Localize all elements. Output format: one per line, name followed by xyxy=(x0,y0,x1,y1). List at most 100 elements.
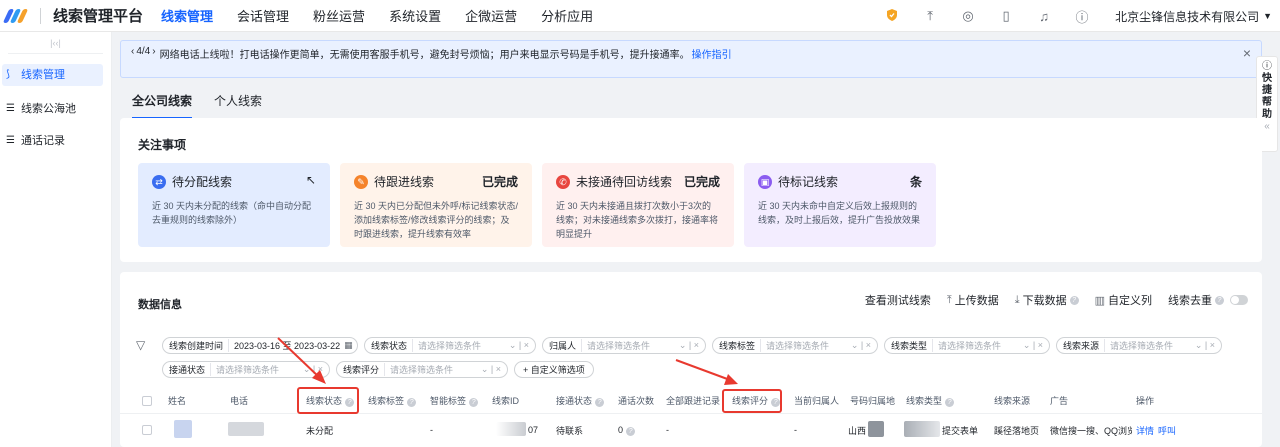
card-desc: 近 30 天内已分配但未外呼/标记线索状态/添加线索标签/修改线索评分的线索；及… xyxy=(354,201,519,239)
arrow-to-status-column xyxy=(277,337,326,384)
col-owner[interactable]: 当前归属人 xyxy=(794,394,839,407)
filter-label: 归属人 xyxy=(549,338,583,352)
select-all-checkbox[interactable] xyxy=(142,395,152,406)
card-to-mark[interactable]: ▣ 待标记线索 条 近 30 天内未命中自定义后效上报规则的线索，及时上报后效，提… xyxy=(744,163,936,247)
col-phone[interactable]: 电话 xyxy=(230,394,248,407)
filter-owner[interactable]: 归属人 请选择筛选条件 ⌄ | × xyxy=(542,336,706,354)
notice-prev-icon[interactable]: ‹ xyxy=(131,46,134,57)
nav-item-analytics[interactable]: 分析应用 xyxy=(541,6,593,25)
col-ad[interactable]: 广告 xyxy=(1050,394,1068,407)
filter-placeholder: 请选择筛选条件 xyxy=(938,340,1002,351)
table-row[interactable]: 未分配 - 07 待联系 0? - - 山西 提交表单 蹊径落地页 微信搜一搜、… xyxy=(120,416,1262,444)
filter-label: 线索评分 xyxy=(343,362,386,376)
company-selector[interactable]: 北京尘锋信息技术有限公司 ▼ xyxy=(1115,8,1272,25)
notice-text: 网络电话上线啦！打电话操作更简单，无需使用客服手机号，避免封号烦恼；用户来电显示… xyxy=(159,50,690,61)
close-icon[interactable]: × xyxy=(1243,45,1251,61)
col-follow[interactable]: 全部跟进记录 xyxy=(666,394,720,407)
sidebar-item-call-records[interactable]: ☰ 通话记录 xyxy=(2,130,103,152)
filter-icon[interactable]: ▽ xyxy=(136,338,150,352)
bookmark-icon: ▣ xyxy=(758,174,772,189)
filter-lead-status[interactable]: 线索状态 请选择筛选条件 ⌄ | × xyxy=(364,336,536,354)
filter-lead-source[interactable]: 线索来源 请选择筛选条件 ⌄ | × xyxy=(1056,336,1222,354)
card-title: 待标记线索 xyxy=(778,175,839,189)
app-logo xyxy=(2,7,36,25)
notice-guide-link[interactable]: 操作指引 xyxy=(692,46,732,61)
nav-item-fans[interactable]: 粉丝运营 xyxy=(313,6,365,25)
col-type[interactable]: 线索类型? xyxy=(906,394,955,407)
settings-badge-icon[interactable]: ◎ xyxy=(949,8,987,24)
data-section-title: 数据信息 xyxy=(138,299,182,311)
nav-item-leads[interactable]: 线索管理 xyxy=(161,6,213,25)
tab-company-leads[interactable]: 全公司线索 xyxy=(132,92,193,119)
add-custom-filter-button[interactable]: + 自定义筛选项 xyxy=(514,360,594,378)
sidebar-item-label: 线索公海池 xyxy=(21,103,76,115)
col-calls[interactable]: 通话次数 xyxy=(618,394,654,407)
shield-icon[interactable] xyxy=(873,8,911,25)
nav-item-wecom[interactable]: 企微运营 xyxy=(465,6,517,25)
col-id[interactable]: 线索ID xyxy=(492,394,519,407)
upload-data-button[interactable]: ⤒ 上传数据 xyxy=(947,292,999,308)
detail-link[interactable]: 详情 xyxy=(1136,424,1154,437)
col-label: 接通状态 xyxy=(556,396,593,406)
filter-label: 接通状态 xyxy=(169,362,212,376)
upload-icon[interactable]: ⤒ xyxy=(911,8,949,24)
sidebar-collapse-handle[interactable]: |‹‹| xyxy=(8,32,103,54)
filter-placeholder: 请选择筛选条件 xyxy=(1110,340,1174,351)
filter-label: 线索创建时间 xyxy=(169,338,230,352)
phone-icon: ✆ xyxy=(556,174,570,189)
col-source[interactable]: 线索来源 xyxy=(994,394,1030,407)
app-title: 线索管理平台 xyxy=(53,8,144,25)
question-icon: ? xyxy=(626,426,636,436)
cell-calls: 0? xyxy=(618,425,636,436)
view-test-leads-button[interactable]: 查看测试线索 xyxy=(865,292,931,308)
row-checkbox[interactable] xyxy=(142,425,152,435)
divider xyxy=(40,7,41,24)
card-unconnected[interactable]: ✆ 未接通待回访线索 已完成 近 30 天内未接通且拨打次数小于3次的线索；对未接… xyxy=(542,163,734,247)
col-connect[interactable]: 接通状态? xyxy=(556,394,605,407)
nav-item-settings[interactable]: 系统设置 xyxy=(389,6,441,25)
sidebar-item-lead-pool[interactable]: ☰ 线索公海池 xyxy=(2,98,103,120)
filter-lead-tag[interactable]: 线索标签 请选择筛选条件 ⌄ | × xyxy=(712,336,878,354)
download-data-button[interactable]: ⤓ 下载数据? xyxy=(1015,292,1079,308)
chevron-down-icon: ⌄ | × xyxy=(1194,339,1215,350)
download-icon: ⤓ xyxy=(1014,293,1020,306)
notice-next-icon[interactable]: › xyxy=(152,46,155,57)
nav-item-sessions[interactable]: 会话管理 xyxy=(237,6,289,25)
call-link[interactable]: 呼叫 xyxy=(1158,424,1176,437)
pointer-icon: ↖ xyxy=(305,173,316,187)
sidebar-item-label: 通话记录 xyxy=(21,135,65,147)
download-label: 下载数据 xyxy=(1022,295,1067,307)
sidebar-item-leads[interactable]: ⟆ 线索管理 xyxy=(2,64,103,86)
help-icon[interactable]: ⓘ xyxy=(1063,7,1101,26)
sidebar: |‹‹| ⟆ 线索管理 ☰ 线索公海池 ☰ 通话记录 xyxy=(0,32,112,447)
filter-placeholder: 请选择筛选条件 xyxy=(390,364,454,375)
tablet-icon[interactable]: ▯ xyxy=(987,8,1025,24)
custom-columns-button[interactable]: ▥ 自定义列 xyxy=(1095,292,1152,308)
question-icon: ? xyxy=(945,398,955,407)
filter-label: 线索来源 xyxy=(1063,338,1106,352)
col-label: 线索类型 xyxy=(906,396,943,406)
filter-lead-score[interactable]: 线索评分 请选择筛选条件 ⌄ | × xyxy=(336,360,508,378)
card-title: 未接通待回访线索 xyxy=(576,175,673,189)
arrow-to-score-column xyxy=(675,359,738,385)
col-smart-tag[interactable]: 智能标签? xyxy=(430,394,479,407)
chevron-down-icon: ⌄ | × xyxy=(480,363,501,374)
col-location[interactable]: 号码归属地 xyxy=(850,394,895,407)
card-to-follow[interactable]: ✎ 待跟进线索 已完成 近 30 天内已分配但未外呼/标记线索状态/添加线索标签/… xyxy=(340,163,532,247)
filter-lead-type[interactable]: 线索类型 请选择筛选条件 ⌄ | × xyxy=(884,336,1050,354)
question-icon: ⓘ xyxy=(1262,61,1272,72)
bell-icon[interactable]: ♫ xyxy=(1025,9,1063,24)
filter-label: 线索标签 xyxy=(719,338,762,352)
col-label: 智能标签 xyxy=(430,396,467,406)
filter-placeholder: 请选择筛选条件 xyxy=(587,340,651,351)
col-tag[interactable]: 线索标签? xyxy=(368,394,417,407)
sidebar-item-label: 线索管理 xyxy=(21,69,65,81)
card-unassigned[interactable]: ⇄ 待分配线索 ↖ 近 30 天内未分配的线索（命中自动分配去重规则的线索除外） xyxy=(138,163,330,247)
tab-personal-leads[interactable]: 个人线索 xyxy=(214,92,262,119)
cell-type: 提交表单 xyxy=(942,425,979,436)
col-name[interactable]: 姓名 xyxy=(168,394,186,407)
filter-label: 线索类型 xyxy=(891,338,934,352)
dedupe-toggle[interactable] xyxy=(1230,295,1248,305)
notice-banner: ‹ 4/4 › 网络电话上线啦！打电话操作更简单，无需使用客服手机号，避免封号烦… xyxy=(120,40,1262,78)
question-icon: ? xyxy=(407,398,417,407)
